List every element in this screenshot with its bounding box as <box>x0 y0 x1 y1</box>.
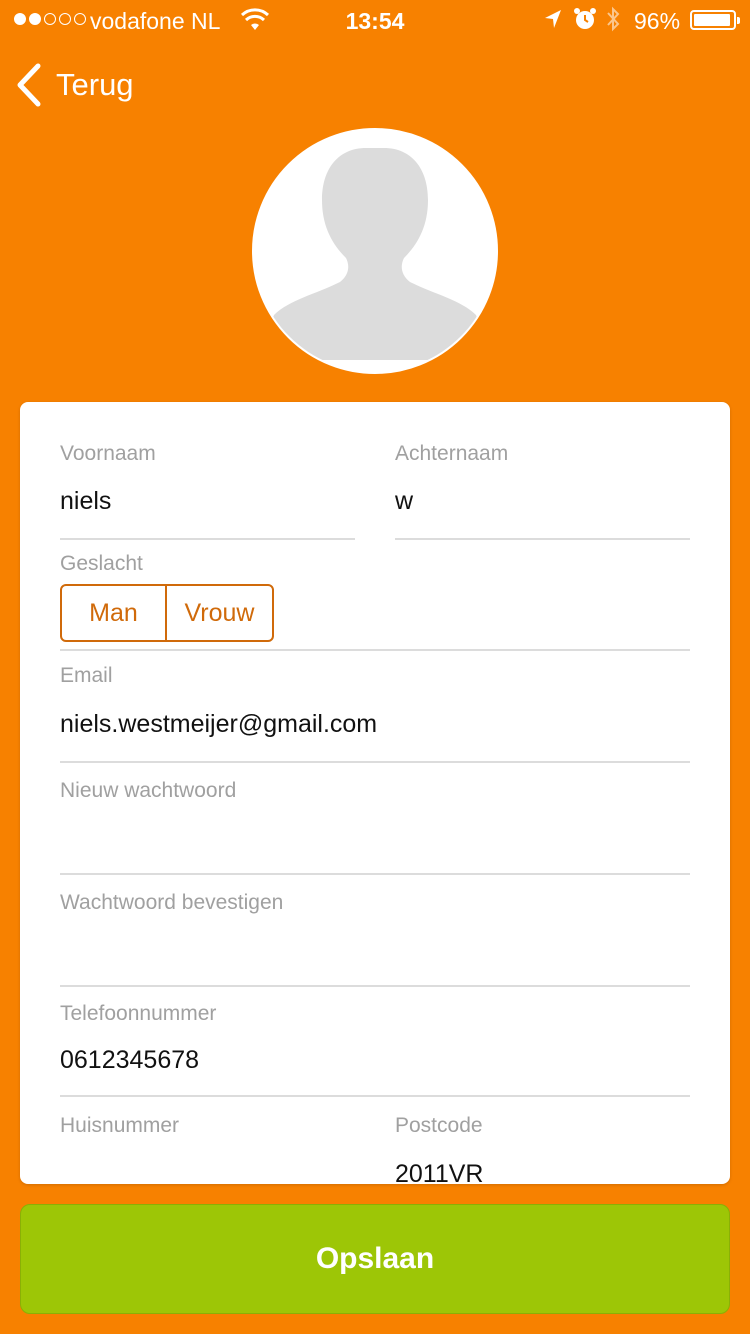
bluetooth-icon <box>607 6 620 32</box>
gender-label: Geslacht <box>60 552 143 575</box>
confirm-password-label: Wachtwoord bevestigen <box>60 891 284 914</box>
phone-underline <box>60 1095 690 1097</box>
postcode-value: 2011VR <box>395 1160 484 1184</box>
confirm-password-field[interactable]: Wachtwoord bevestigen <box>60 891 690 989</box>
phone-value: 0612345678 <box>60 1046 200 1074</box>
first-name-field[interactable]: Voornaam niels <box>60 442 355 540</box>
gender-segmented-control: Man Vrouw <box>60 584 274 642</box>
gender-underline <box>60 649 690 651</box>
email-underline <box>60 761 690 763</box>
alarm-icon <box>574 8 596 29</box>
phone-field[interactable]: Telefoonnummer 0612345678 <box>60 1002 690 1100</box>
profile-edit-screen: vodafone NL 13:54 96% Terug Voornaam nie… <box>0 0 750 1334</box>
phone-label: Telefoonnummer <box>60 1002 217 1025</box>
chevron-left-icon <box>17 63 41 107</box>
email-label: Email <box>60 664 113 687</box>
save-button[interactable]: Opslaan <box>20 1204 730 1314</box>
new-password-field[interactable]: Nieuw wachtwoord <box>60 779 690 877</box>
email-value: niels.westmeijer@gmail.com <box>60 710 378 738</box>
profile-avatar[interactable] <box>252 128 498 374</box>
location-arrow-icon <box>545 10 561 28</box>
last-name-label: Achternaam <box>395 442 509 465</box>
avatar-placeholder-icon <box>270 148 480 360</box>
first-name-underline <box>60 538 355 540</box>
new-password-label: Nieuw wachtwoord <box>60 779 237 802</box>
battery-icon <box>690 10 740 30</box>
first-name-label: Voornaam <box>60 442 156 465</box>
back-button[interactable]: Terug <box>14 60 134 110</box>
house-number-label: Huisnummer <box>60 1114 180 1137</box>
house-number-field[interactable]: Huisnummer <box>60 1114 355 1184</box>
battery-percentage: 96% <box>634 8 681 34</box>
postcode-field[interactable]: Postcode 2011VR <box>395 1114 690 1184</box>
email-field[interactable]: Email niels.westmeijer@gmail.com <box>60 664 690 764</box>
status-bar: vodafone NL 13:54 96% <box>0 0 750 40</box>
postcode-label: Postcode <box>395 1114 483 1137</box>
gender-option-man[interactable]: Man <box>62 586 167 640</box>
back-label: Terug <box>56 67 134 102</box>
first-name-value: niels <box>60 487 112 515</box>
new-password-underline <box>60 873 690 875</box>
last-name-field[interactable]: Achternaam w <box>395 442 690 540</box>
last-name-underline <box>395 538 690 540</box>
gender-option-vrouw[interactable]: Vrouw <box>167 586 272 640</box>
confirm-password-underline <box>60 985 690 987</box>
last-name-value: w <box>395 487 414 515</box>
profile-form-card: Voornaam niels Achternaam w Geslacht Man… <box>20 402 730 1184</box>
